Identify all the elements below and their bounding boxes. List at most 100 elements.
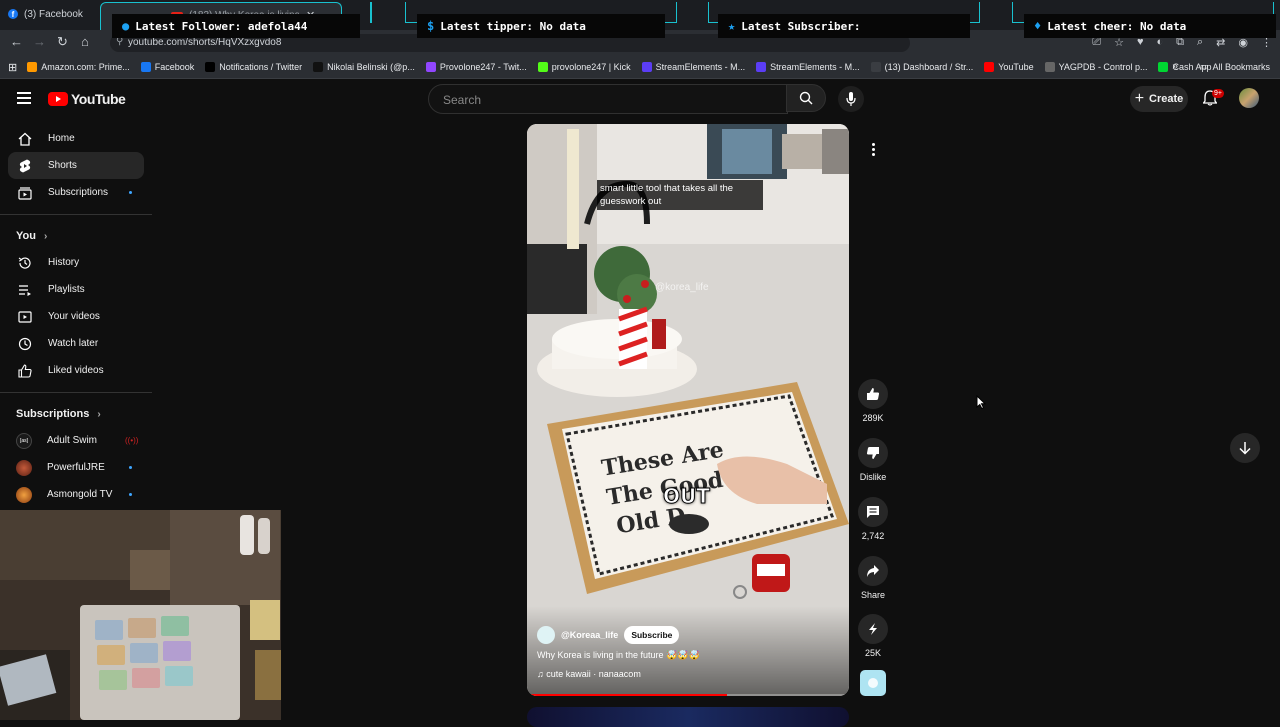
video-music[interactable]: ♫ cute kawaii · nanaacom (537, 669, 641, 679)
sound-icon (868, 678, 878, 688)
sidebar-channel-asmongold[interactable]: Asmongold TV (0, 481, 152, 508)
bookmark-item[interactable]: YouTube (984, 62, 1034, 72)
tab-facebook[interactable]: f (3) Facebook (8, 5, 83, 23)
channel-avatar[interactable] (537, 626, 555, 644)
like-button[interactable] (858, 379, 888, 409)
sidebar-item-label: Your videos (48, 311, 100, 322)
sidebar-channel-powerfuljre[interactable]: PowerfulJRE (0, 454, 152, 481)
bookmark-item[interactable]: Amazon.com: Prime... (27, 62, 130, 72)
back-icon[interactable]: ← (10, 34, 23, 49)
your-videos-icon (17, 310, 33, 324)
more-options-button[interactable] (862, 138, 884, 160)
bookmark-label: StreamElements - M... (655, 62, 746, 72)
next-short-button[interactable] (1230, 433, 1260, 463)
shorts-video-player[interactable]: These Are The Good Old D smart little to… (527, 124, 849, 696)
sidebar-item-label: Subscriptions (48, 187, 109, 198)
star-icon: ★ (728, 19, 736, 33)
bookmarks-list: Amazon.com: Prime... Facebook Notification… (27, 62, 1222, 72)
x-icon (205, 62, 216, 72)
arrow-down-icon (1239, 442, 1251, 455)
bookmark-item[interactable]: StreamElements - M... (641, 62, 746, 72)
facebook-icon: f (8, 9, 18, 19)
video-caption: smart little tool that takes all the gue… (597, 180, 763, 210)
overlay-latest-tipper: $ Latest tipper: No data (417, 14, 665, 38)
sidebar-item-your-videos[interactable]: Your videos (0, 303, 152, 330)
sidebar-item-playlists[interactable]: Playlists (0, 276, 152, 303)
reload-icon[interactable]: ↻ (57, 34, 68, 50)
you-section-heading[interactable]: You › (0, 223, 152, 249)
sidebar-item-shorts[interactable]: Shorts (8, 152, 144, 179)
subscriptions-icon (17, 186, 33, 200)
channel-name[interactable]: @Koreaa_life (561, 630, 618, 640)
bookmark-item[interactable]: StreamElements - M... (756, 62, 860, 72)
voice-search-button[interactable] (838, 86, 864, 112)
sidebar-item-subscriptions[interactable]: Subscriptions (0, 179, 152, 206)
webcam-feed-image (0, 510, 281, 720)
bookmark-item[interactable]: YAGPDB - Control p... (1044, 62, 1147, 72)
sidebar-item-label: Liked videos (48, 365, 104, 376)
divider (0, 214, 152, 215)
bookmark-label: StreamElements - M... (770, 62, 860, 72)
bookmark-item[interactable]: (13) Dashboard / Str... (870, 62, 974, 72)
forward-icon[interactable]: → (33, 34, 46, 49)
channel-avatar (16, 486, 32, 503)
comment-count: 2,742 (861, 531, 885, 541)
chevron-right-icon: › (97, 408, 101, 420)
new-content-dot (129, 493, 132, 496)
share-button[interactable] (858, 556, 888, 586)
comments-button[interactable] (858, 497, 888, 527)
new-content-dot (129, 191, 132, 194)
video-progress-bar[interactable] (527, 694, 849, 696)
bookmark-label: Facebook (154, 62, 195, 72)
overlay-text: Latest Follower: adefola44 (135, 19, 308, 33)
overlay-latest-follower: ● Latest Follower: adefola44 (112, 14, 360, 38)
video-watermark: @korea_life (655, 282, 709, 293)
search-input[interactable] (441, 92, 775, 108)
music-note-icon: ♫ (537, 669, 547, 679)
sidebar-channel-adult-swim[interactable]: [as] Adult Swim ((•)) (0, 427, 152, 454)
search-button[interactable] (786, 84, 826, 112)
chevrons-icon[interactable]: » (1172, 61, 1178, 72)
avatar[interactable] (1239, 88, 1259, 108)
apps-icon[interactable]: ⊞ (8, 61, 17, 74)
bookmark-item[interactable]: Provolone247 - Twit... (425, 62, 527, 72)
you-heading-label: You (16, 230, 36, 242)
amazon-icon (27, 62, 38, 72)
shorts-icon (17, 159, 33, 173)
webcam-overlay (0, 510, 281, 720)
bookmark-item[interactable]: Facebook (140, 62, 195, 72)
subscribe-button[interactable]: Subscribe (624, 626, 680, 644)
dislike-button[interactable] (858, 438, 888, 468)
remix-button[interactable] (858, 614, 888, 644)
sidebar-item-watch-later[interactable]: Watch later (0, 330, 152, 357)
create-button[interactable]: + Create (1130, 86, 1188, 112)
next-short-preview[interactable] (527, 707, 849, 727)
history-icon (17, 256, 33, 270)
subscriptions-section-heading[interactable]: Subscriptions › (0, 401, 152, 427)
bookmark-label: Nikolai Belinski (@p... (327, 62, 415, 72)
sidebar-item-home[interactable]: Home (0, 125, 152, 152)
sound-thumbnail[interactable] (860, 670, 886, 696)
bookmark-item[interactable]: Notifications / Twitter (205, 62, 302, 72)
bookmark-label: (13) Dashboard / Str... (884, 62, 974, 72)
remix-action: 25K (857, 614, 889, 658)
video-title[interactable]: Why Korea is living in the future 🤯🤯🤯 (537, 650, 700, 661)
dislike-label: Dislike (859, 472, 887, 482)
bookmark-item[interactable]: provolone247 | Kick (537, 62, 631, 72)
overlay-text: Latest Subscriber: (741, 19, 861, 33)
sidebar-item-history[interactable]: History (0, 249, 152, 276)
menu-icon[interactable] (17, 92, 31, 107)
like-action: 289K (857, 379, 889, 423)
dashboard-icon (870, 62, 881, 72)
sidebar-item-liked-videos[interactable]: Liked videos (0, 357, 152, 384)
youtube-logo[interactable]: YouTube (48, 91, 126, 107)
share-action: Share (857, 556, 889, 600)
sidebar-item-label: Shorts (48, 160, 77, 171)
home-icon[interactable]: ⌂ (81, 34, 89, 49)
bookmark-item[interactable]: Nikolai Belinski (@p... (313, 62, 415, 72)
all-bookmarks[interactable]: » ▭ All Bookmarks (1172, 61, 1270, 72)
sidebar-item-label: Adult Swim (47, 435, 98, 446)
thumbs-down-icon (866, 447, 879, 459)
overlay-text: Latest cheer: No data (1047, 19, 1187, 33)
home-icon (17, 132, 33, 146)
